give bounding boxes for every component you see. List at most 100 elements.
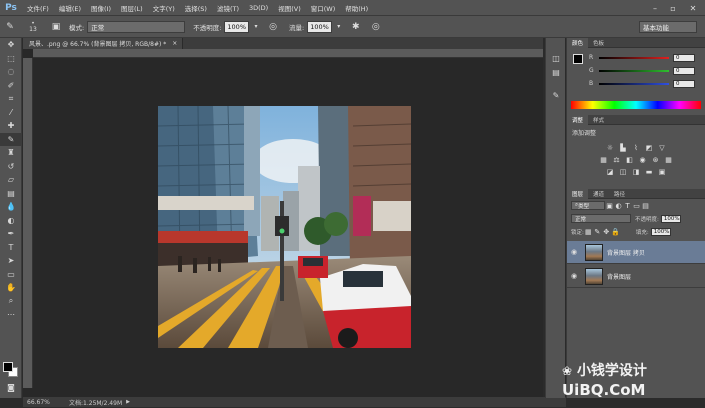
vibrance-icon[interactable]: ▽	[658, 144, 667, 152]
brush-tool-icon[interactable]: ✎	[3, 20, 17, 34]
workspace-select[interactable]: 基本功能	[639, 21, 697, 33]
menu-layer[interactable]: 图层(L)	[116, 3, 148, 13]
menu-3d[interactable]: 3D(D)	[244, 4, 273, 12]
more-tools-icon[interactable]: ⋯	[0, 308, 22, 322]
fill-input[interactable]: 100%	[650, 227, 671, 236]
blue-value-input[interactable]: 0	[673, 79, 695, 88]
color-balance-icon[interactable]: ⚖	[612, 156, 621, 164]
eyedropper-tool-icon[interactable]: ⁄	[0, 106, 22, 120]
green-value-input[interactable]: 0	[673, 66, 695, 75]
brush-tool-icon[interactable]: ✎	[0, 132, 22, 146]
tab-styles[interactable]: 样式	[588, 115, 609, 125]
history-panel-icon[interactable]: ◫	[546, 52, 566, 66]
canvas-photo[interactable]	[158, 106, 411, 348]
move-tool-icon[interactable]: ✥	[0, 38, 22, 52]
document-tab[interactable]: 风景、.png @ 66.7% (背景图层 拷贝, RGB/8#) * ×	[23, 38, 183, 49]
menu-window[interactable]: 窗口(W)	[306, 3, 341, 13]
foreground-color-swatch[interactable]	[3, 362, 13, 372]
menu-file[interactable]: 文件(F)	[22, 3, 54, 13]
filter-smart-icon[interactable]: ▤	[641, 202, 650, 210]
filter-pixel-icon[interactable]: ▣	[605, 202, 614, 210]
chevron-right-icon[interactable]: ▶	[126, 399, 130, 405]
black-white-icon[interactable]: ◧	[625, 156, 634, 164]
lock-pixels-icon[interactable]: ▦	[584, 228, 593, 236]
menu-edit[interactable]: 编辑(E)	[54, 3, 86, 13]
properties-panel-icon[interactable]: ▤	[546, 66, 566, 80]
chevron-down-icon[interactable]: ▾	[335, 20, 343, 34]
tab-layers[interactable]: 图层	[567, 188, 589, 199]
curves-icon[interactable]: ⌇	[632, 144, 641, 152]
filter-type-icon[interactable]: T	[623, 202, 632, 210]
filter-shape-icon[interactable]: ▭	[632, 202, 641, 210]
brightness-icon[interactable]: ☼	[606, 144, 615, 152]
pressure-opacity-icon[interactable]: ◎	[266, 20, 280, 34]
layer-row-background[interactable]: ◉ 背景图层	[567, 265, 705, 288]
layer-kind-select[interactable]: ⌕ 类型	[571, 201, 605, 210]
red-value-input[interactable]: 0	[673, 53, 695, 62]
lock-all-icon[interactable]: 🔒	[611, 228, 620, 236]
brush-preset-picker[interactable]: • 13	[23, 20, 43, 34]
layer-opacity-input[interactable]: 100%	[660, 214, 681, 223]
clone-stamp-tool-icon[interactable]: ♜	[0, 146, 22, 160]
lock-paint-icon[interactable]: ✎	[593, 228, 602, 236]
photo-filter-icon[interactable]: ◉	[638, 156, 647, 164]
lasso-tool-icon[interactable]: ◌	[0, 65, 22, 79]
menu-view[interactable]: 视图(V)	[273, 3, 306, 13]
eraser-tool-icon[interactable]: ▱	[0, 173, 22, 187]
menu-type[interactable]: 文字(Y)	[148, 3, 180, 13]
menu-help[interactable]: 帮助(H)	[340, 3, 373, 13]
type-tool-icon[interactable]: T	[0, 241, 22, 255]
tab-paths[interactable]: 路径	[609, 189, 630, 199]
minimize-icon[interactable]: –	[648, 0, 662, 16]
hand-tool-icon[interactable]: ✋	[0, 281, 22, 295]
selective-color-icon[interactable]: ▣	[658, 168, 667, 176]
pen-tool-icon[interactable]: ✒	[0, 227, 22, 241]
shape-tool-icon[interactable]: ▭	[0, 268, 22, 282]
gradient-map-icon[interactable]: ▬	[645, 168, 654, 176]
posterize-icon[interactable]: ◫	[619, 168, 628, 176]
blend-mode-select[interactable]: 正常	[571, 214, 631, 223]
brush-panel-icon[interactable]: ✎	[546, 89, 566, 103]
invert-icon[interactable]: ◪	[606, 168, 615, 176]
lock-position-icon[interactable]: ✥	[602, 228, 611, 236]
foreground-color-swatch[interactable]	[573, 54, 583, 64]
close-icon[interactable]: ×	[172, 40, 177, 47]
menu-filter[interactable]: 滤镜(T)	[212, 3, 244, 13]
blur-tool-icon[interactable]: 💧	[0, 200, 22, 214]
eye-icon[interactable]: ◉	[567, 248, 581, 256]
color-lookup-icon[interactable]: ▦	[664, 156, 673, 164]
close-icon[interactable]: ✕	[686, 0, 700, 16]
green-slider[interactable]	[599, 69, 669, 72]
channel-mixer-icon[interactable]: ⊛	[651, 156, 660, 164]
airbrush-icon[interactable]: ✱	[349, 20, 363, 34]
path-select-tool-icon[interactable]: ➤	[0, 254, 22, 268]
levels-icon[interactable]: ▙	[619, 144, 628, 152]
marquee-tool-icon[interactable]: ⬚	[0, 52, 22, 66]
tab-channels[interactable]: 通道	[588, 189, 609, 199]
blue-slider[interactable]	[599, 82, 669, 85]
flow-input[interactable]: 100%	[307, 20, 332, 33]
tab-adjustments[interactable]: 调整	[567, 114, 589, 125]
quick-mask-icon[interactable]: ◙	[0, 381, 22, 395]
tab-color[interactable]: 颜色	[567, 37, 589, 48]
zoom-level[interactable]: 66.67%	[27, 399, 53, 406]
threshold-icon[interactable]: ◨	[632, 168, 641, 176]
maximize-icon[interactable]: ▫	[666, 0, 680, 16]
healing-tool-icon[interactable]: ✚	[0, 119, 22, 133]
brush-panel-icon[interactable]: ▣	[49, 20, 63, 34]
crop-tool-icon[interactable]: ⌗	[0, 92, 22, 106]
menu-select[interactable]: 选择(S)	[180, 3, 212, 13]
mode-select[interactable]: 正常	[87, 20, 186, 33]
history-brush-tool-icon[interactable]: ↺	[0, 160, 22, 174]
filter-adjust-icon[interactable]: ◐	[614, 202, 623, 210]
gradient-tool-icon[interactable]: ▤	[0, 187, 22, 201]
hue-saturation-icon[interactable]: ▦	[599, 156, 608, 164]
chevron-down-icon[interactable]: ▾	[252, 20, 260, 34]
layer-row-background-copy[interactable]: ◉ 背景图层 拷贝	[567, 241, 705, 264]
menu-image[interactable]: 图像(I)	[86, 3, 116, 13]
color-spectrum[interactable]	[571, 101, 701, 109]
quick-select-tool-icon[interactable]: ✐	[0, 79, 22, 93]
exposure-icon[interactable]: ◩	[645, 144, 654, 152]
dodge-tool-icon[interactable]: ◐	[0, 214, 22, 228]
pressure-size-icon[interactable]: ◎	[369, 20, 383, 34]
